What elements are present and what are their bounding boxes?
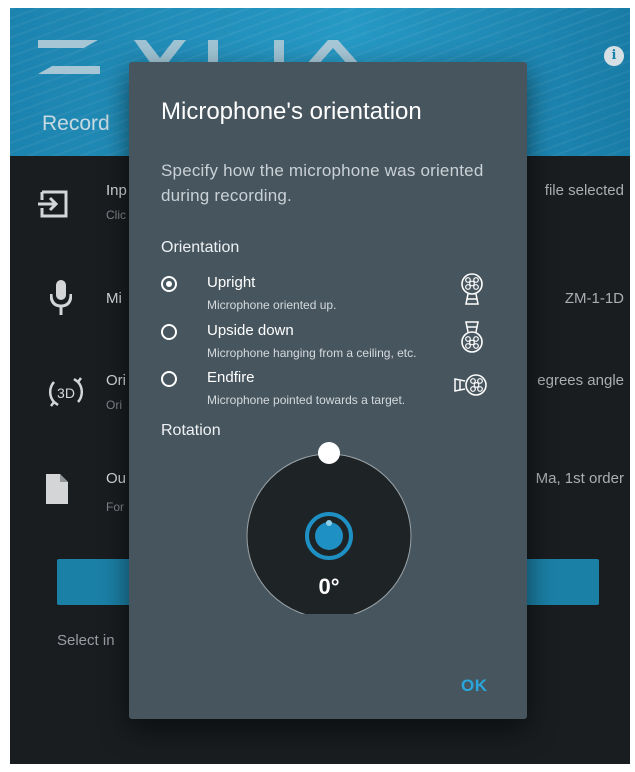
radio-endfire[interactable] (161, 371, 177, 387)
mic-upright-icon (461, 273, 483, 305)
rotation-value: 0° (318, 574, 340, 599)
option-upside-down-label: Upside down (207, 322, 294, 339)
option-upside-down-description: Microphone hanging from a ceiling, etc. (207, 346, 417, 360)
option-endfire-label: Endfire (207, 369, 255, 386)
option-upright-description: Microphone oriented up. (207, 298, 337, 312)
mic-upside-down-icon (461, 321, 483, 353)
option-upside-down[interactable]: Upside down Microphone hanging from a ce… (161, 321, 501, 370)
option-upright-label: Upright (207, 274, 256, 291)
rotation-dial[interactable]: 0° (243, 442, 415, 614)
mic-endfire-icon (454, 374, 487, 396)
rotation-label: Rotation (161, 422, 221, 439)
ok-button[interactable]: OK (461, 676, 488, 696)
orientation-label: Orientation (161, 239, 240, 256)
radio-upside-down[interactable] (161, 324, 177, 340)
orientation-dialog: Microphone's orientation Specify how the… (129, 62, 527, 719)
dialog-title: Microphone's orientation (161, 98, 422, 125)
option-endfire[interactable]: Endfire Microphone pointed towards a tar… (161, 369, 501, 417)
dialog-description: Specify how the microphone was oriented … (161, 161, 484, 205)
option-endfire-description: Microphone pointed towards a target. (207, 393, 406, 407)
radio-upright[interactable] (161, 276, 177, 292)
rotation-handle[interactable] (318, 442, 340, 464)
option-upright[interactable]: Upright Microphone oriented up. (161, 273, 501, 322)
